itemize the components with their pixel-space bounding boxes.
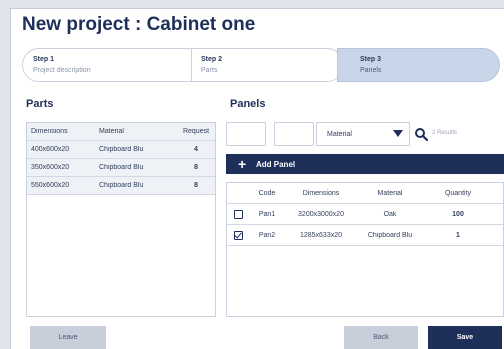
table-row[interactable]: 550x600x20 Chipboard Blu 8 — [27, 177, 215, 195]
cell-dimensions: 550x600x20 — [31, 182, 70, 189]
material-dropdown[interactable]: Material — [316, 122, 410, 146]
back-button[interactable]: Back — [344, 326, 418, 349]
table-header: Dimensions Material Request — [27, 123, 215, 141]
filter-input-1[interactable] — [226, 122, 266, 146]
column-header: Dimensions — [31, 128, 68, 135]
panels-table: Code Dimensions Material Quantity Pan1 3… — [226, 182, 504, 317]
cell-dimensions: 1285x633x20 — [299, 231, 343, 239]
cell-request: 8 — [194, 182, 198, 189]
row-checkbox-checked[interactable] — [233, 230, 243, 240]
step-panels[interactable]: Step 3 Panels — [337, 48, 500, 82]
results-count: 2 Results — [432, 130, 458, 136]
cell-dimensions: 400x600x20 — [31, 146, 70, 153]
cell-quantity: 1 — [456, 231, 460, 239]
add-panel-button[interactable]: + Add Panel — [226, 154, 504, 174]
cell-request: 4 — [194, 146, 198, 153]
stepper: Step 2 Parts Step 1 Project description … — [22, 48, 500, 82]
cell-request: 8 — [194, 164, 198, 171]
step-number: Step 1 — [33, 56, 55, 63]
column-header: Material — [377, 189, 403, 197]
column-header: Material — [99, 128, 124, 135]
page-title: New project : Cabinet one — [22, 14, 256, 35]
filter-input-2[interactable] — [274, 122, 314, 146]
step-label: Panels — [360, 67, 382, 74]
step-parts[interactable]: Step 2 Parts — [174, 48, 344, 82]
cell-material: Chipboard Blu — [99, 164, 144, 171]
row-checkbox[interactable] — [233, 209, 243, 219]
cell-material: Chipboard Blu — [367, 231, 413, 239]
panels-heading: Panels — [230, 98, 266, 110]
table-row[interactable]: 400x600x20 Chipboard Blu 4 — [27, 141, 215, 159]
cell-material: Oak — [383, 210, 397, 218]
add-panel-label: Add Panel — [256, 160, 296, 169]
cell-material: Chipboard Blu — [99, 146, 144, 153]
step-label: Project description — [33, 67, 91, 74]
step-number: Step 2 — [201, 56, 223, 63]
column-header: Quantity — [444, 189, 472, 197]
parts-heading: Parts — [26, 98, 54, 110]
step-label: Parts — [201, 67, 218, 74]
plus-icon: + — [238, 156, 247, 172]
table-header: Code Dimensions Material Quantity — [227, 183, 503, 204]
table-row[interactable]: 350x600x20 Chipboard Blu 8 — [27, 159, 215, 177]
step-project-description[interactable]: Step 1 Project description — [22, 48, 192, 82]
column-header: Dimensions — [302, 189, 340, 197]
table-row[interactable]: Pan1 3200x3000x20 Oak 100 — [227, 204, 503, 225]
dropdown-value: Material — [327, 131, 352, 138]
chevron-down-icon — [393, 130, 403, 137]
parts-table: Dimensions Material Request 400x600x20 C… — [26, 122, 216, 317]
column-header: Code — [258, 189, 276, 197]
save-button[interactable]: Save — [428, 326, 502, 349]
cell-quantity: 100 — [452, 210, 464, 218]
cell-code: Pan1 — [258, 210, 276, 218]
cell-dimensions: 350x600x20 — [31, 164, 70, 171]
step-number: Step 3 — [360, 56, 382, 63]
column-header: Request — [182, 128, 210, 135]
table-row[interactable]: Pan2 1285x633x20 Chipboard Blu 1 — [227, 225, 503, 246]
cell-dimensions: 3200x3000x20 — [298, 210, 344, 218]
search-icon[interactable] — [414, 127, 428, 141]
cell-code: Pan2 — [258, 231, 276, 239]
leave-button[interactable]: Leave — [30, 326, 106, 349]
cell-material: Chipboard Blu — [99, 182, 144, 189]
